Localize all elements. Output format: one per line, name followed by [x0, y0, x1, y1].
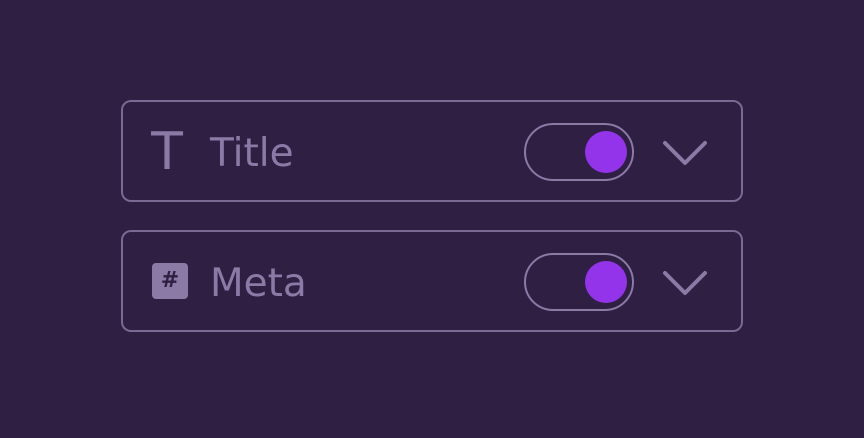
meta-toggle[interactable] — [524, 253, 634, 311]
chevron-down-icon[interactable] — [661, 133, 709, 169]
text-type-icon: T — [151, 122, 183, 182]
chevron-down-icon[interactable] — [661, 263, 709, 299]
title-row: T Title — [121, 100, 743, 202]
toggle-knob — [585, 131, 627, 173]
meta-label: Meta — [210, 261, 307, 306]
title-label: Title — [210, 131, 294, 176]
meta-row: # Meta — [121, 230, 743, 332]
title-toggle[interactable] — [524, 123, 634, 181]
toggle-knob — [585, 261, 627, 303]
hash-icon: # — [152, 263, 188, 299]
